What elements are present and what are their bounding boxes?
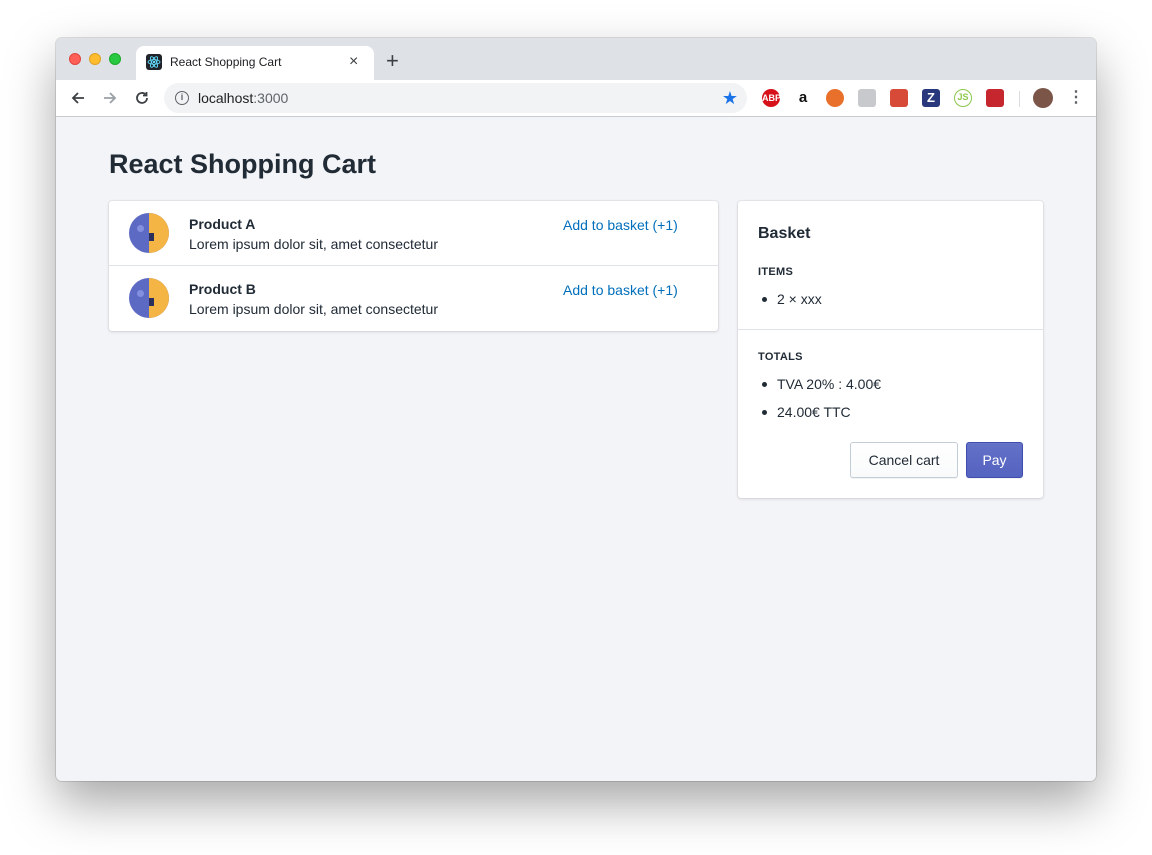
items-heading: ITEMS: [758, 266, 794, 278]
tab-title: React Shopping Cart: [170, 55, 282, 69]
reload-button[interactable]: [129, 85, 155, 111]
amazon-icon[interactable]: a: [794, 89, 812, 107]
more-menu-icon[interactable]: ⋮: [1068, 88, 1084, 108]
grand-total: 24.00€ TTC: [758, 404, 851, 420]
product-description: Lorem ipsum dolor sit, amet consectetur: [189, 236, 438, 252]
url-port: :3000: [253, 90, 289, 106]
product-list: Product A Lorem ipsum dolor sit, amet co…: [109, 201, 718, 331]
add-to-basket-link[interactable]: Add to basket (+1): [563, 282, 678, 298]
maximize-window-button[interactable]: [109, 53, 121, 65]
address-bar[interactable]: i localhost:3000 ★: [164, 83, 747, 113]
minimize-window-button[interactable]: [89, 53, 101, 65]
product-description: Lorem ipsum dolor sit, amet consectetur: [189, 301, 438, 317]
url-text[interactable]: localhost:3000: [198, 90, 288, 106]
zotero-icon[interactable]: Z: [922, 89, 940, 107]
reload-icon: [136, 92, 148, 104]
product-avatar-icon: [129, 278, 169, 318]
arrow-extension-icon[interactable]: [986, 89, 1004, 107]
nodejs-icon[interactable]: JS: [954, 89, 972, 107]
react-logo-icon: [146, 54, 162, 70]
browser-toolbar: i localhost:3000 ★ ABP a Z JS ⋮: [56, 80, 1096, 117]
profile-avatar-icon[interactable]: [1033, 88, 1053, 108]
bug-extension-icon[interactable]: [890, 89, 908, 107]
toolbar-separator: [1019, 91, 1020, 107]
forward-button[interactable]: [97, 85, 123, 111]
fire-extension-icon[interactable]: [826, 89, 844, 107]
close-window-button[interactable]: [69, 53, 81, 65]
basket-item: 2 × xxx: [758, 291, 822, 307]
basket-title: Basket: [758, 225, 811, 242]
product-avatar-icon: [129, 213, 169, 253]
pay-button[interactable]: Pay: [966, 442, 1023, 478]
list-item: Product B Lorem ipsum dolor sit, amet co…: [109, 266, 718, 331]
tab-close-icon[interactable]: ×: [349, 52, 358, 72]
list-item: Product A Lorem ipsum dolor sit, amet co…: [109, 201, 718, 266]
totals-heading: TOTALS: [758, 351, 803, 363]
browser-window: React Shopping Cart × + i localhost:3000…: [56, 38, 1096, 781]
product-name: Product B: [189, 281, 256, 297]
arrow-left-icon: [71, 92, 84, 104]
adblock-plus-icon[interactable]: ABP: [762, 89, 781, 107]
page-content: React Shopping Cart Product A Lorem ipsu…: [56, 117, 1096, 781]
page-title: React Shopping Cart: [109, 149, 377, 179]
arrow-right-icon: [104, 92, 117, 104]
basket-divider: [738, 329, 1043, 330]
back-button[interactable]: [65, 85, 91, 111]
url-host: localhost: [198, 90, 254, 106]
info-icon[interactable]: i: [175, 91, 189, 105]
tax-total: TVA 20% : 4.00€: [758, 376, 881, 392]
basket-card: Basket ITEMS 2 × xxx TOTALS TVA 20% : 4.…: [738, 201, 1043, 498]
chat-extension-icon[interactable]: [858, 89, 876, 107]
bookmark-star-icon[interactable]: ★: [722, 87, 738, 109]
add-to-basket-link[interactable]: Add to basket (+1): [563, 217, 678, 233]
cancel-cart-button[interactable]: Cancel cart: [850, 442, 958, 478]
tab-strip: React Shopping Cart × +: [56, 38, 1096, 80]
product-name: Product A: [189, 216, 256, 232]
tab-react-shopping-cart[interactable]: React Shopping Cart ×: [136, 46, 374, 80]
new-tab-button[interactable]: +: [386, 50, 399, 72]
